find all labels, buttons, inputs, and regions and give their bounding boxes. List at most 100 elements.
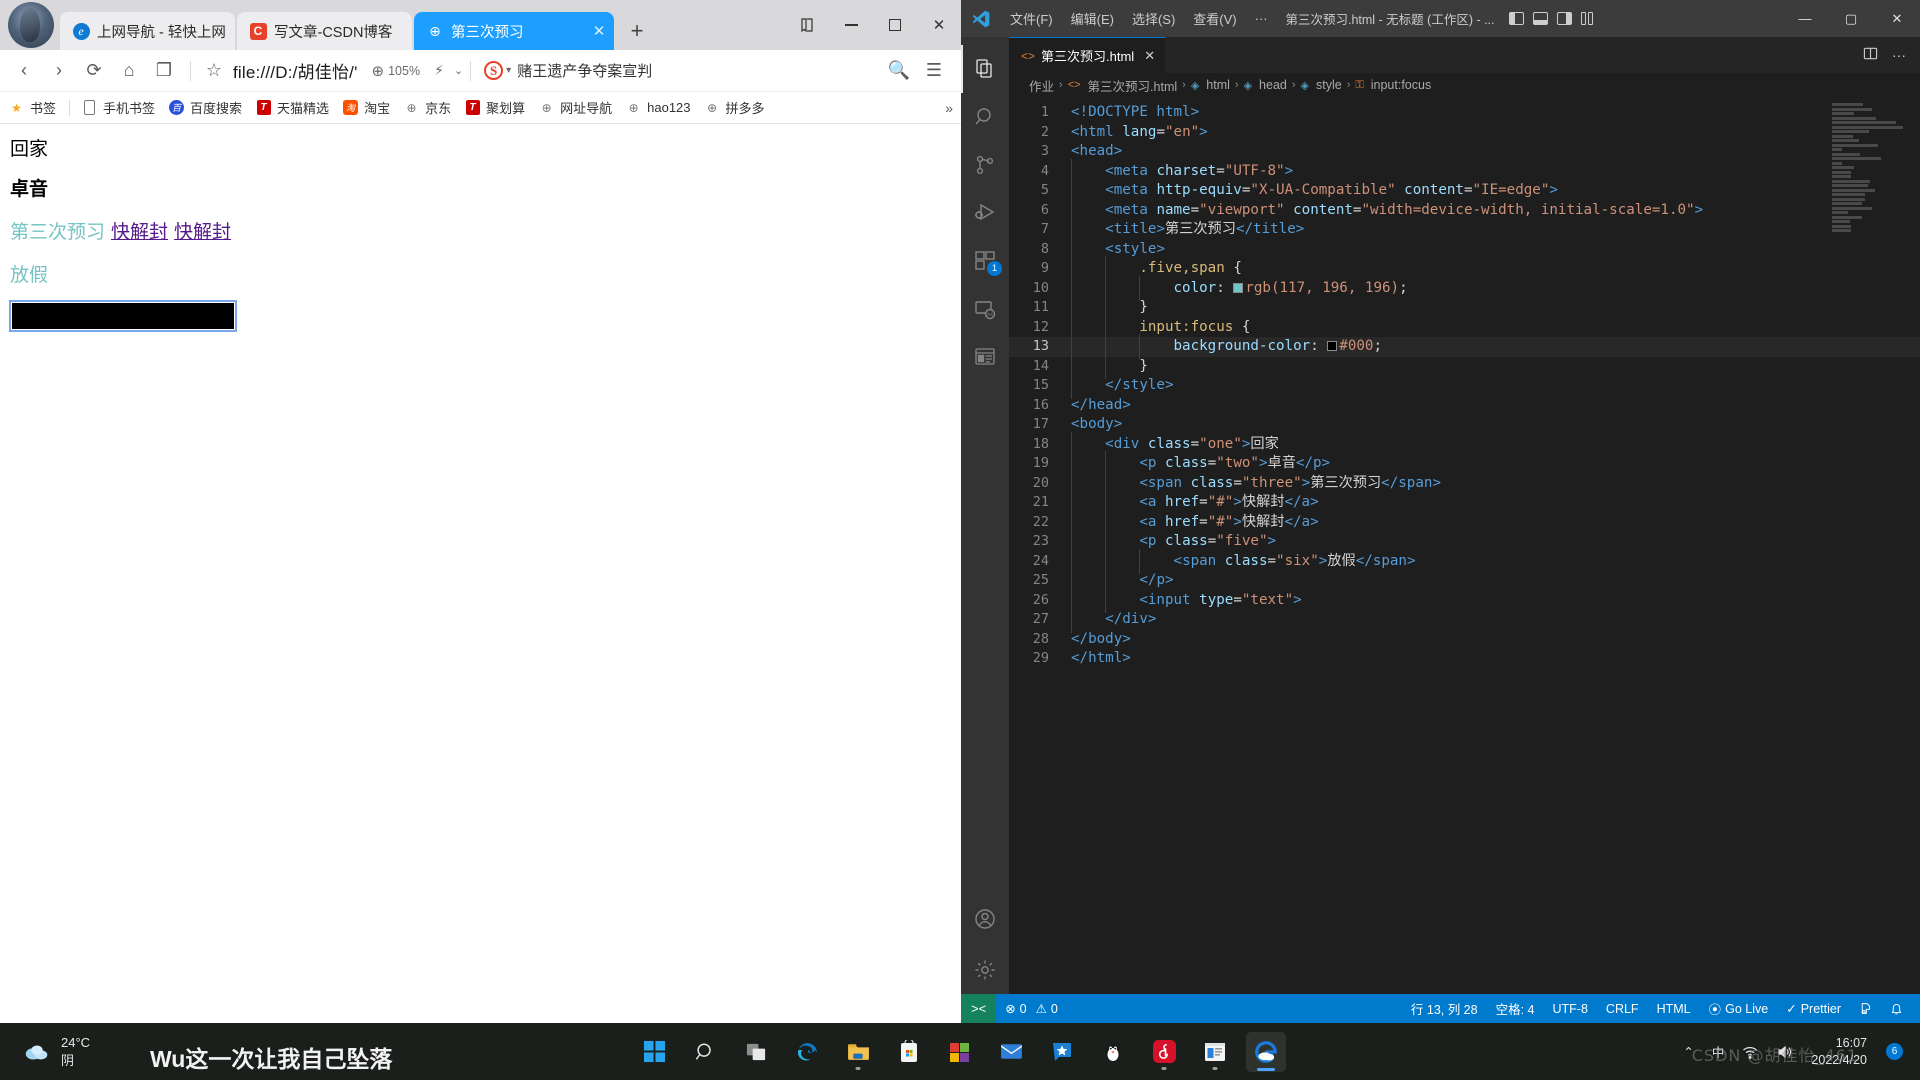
browser-tab-0[interactable]: e 上网导航 - 轻快上网 bbox=[60, 12, 235, 50]
microsoft-store-icon[interactable] bbox=[889, 1032, 929, 1072]
editor-more-actions-icon[interactable]: ··· bbox=[1892, 47, 1906, 63]
toggle-secondary-sidebar-icon[interactable] bbox=[1556, 12, 1572, 25]
problems-status[interactable]: ⊗ 0 ⚠ 0 bbox=[996, 1001, 1067, 1017]
notifications-icon[interactable]: 6 bbox=[1879, 1039, 1910, 1064]
page-link-b[interactable]: 快解封 bbox=[174, 222, 231, 243]
mail-icon[interactable] bbox=[991, 1032, 1031, 1072]
language-mode[interactable]: HTML bbox=[1648, 1002, 1700, 1016]
indentation-setting[interactable]: 空格: 4 bbox=[1487, 999, 1544, 1018]
activity-run-debug-icon[interactable] bbox=[961, 189, 1009, 237]
page-link-a[interactable]: 快解封 bbox=[111, 222, 168, 243]
color-swatch-icon[interactable] bbox=[1327, 341, 1338, 351]
back-icon[interactable]: ‹ bbox=[8, 55, 40, 87]
activity-remote-explorer-icon[interactable]: >< bbox=[961, 285, 1009, 333]
browser-menu-icon[interactable]: ☰ bbox=[918, 55, 950, 87]
close-button[interactable]: ✕ bbox=[917, 2, 961, 48]
search-icon[interactable]: 🔍 bbox=[883, 55, 915, 87]
qq-icon[interactable] bbox=[1093, 1032, 1133, 1072]
forward-icon[interactable]: › bbox=[43, 55, 75, 87]
menu-selection[interactable]: 选择(S) bbox=[1123, 6, 1184, 31]
bookmark-star-icon[interactable]: ☆ bbox=[198, 55, 230, 87]
home-icon[interactable]: ⌂ bbox=[113, 55, 145, 87]
breadcrumb-item-html[interactable]: html bbox=[1206, 78, 1230, 92]
collections-icon[interactable] bbox=[785, 2, 829, 48]
notifications-bell-icon[interactable] bbox=[1881, 1002, 1912, 1015]
bookmark-item[interactable]: 淘 淘宝 bbox=[342, 98, 390, 117]
netease-music-icon[interactable] bbox=[1144, 1032, 1184, 1072]
breadcrumb-item-style[interactable]: style bbox=[1316, 78, 1342, 92]
menu-edit[interactable]: 编辑(E) bbox=[1062, 6, 1123, 31]
chevron-down-icon[interactable]: ⌄ bbox=[454, 64, 463, 77]
close-icon[interactable]: ✕ bbox=[1144, 48, 1155, 64]
go-live-button[interactable]: ⦿ Go Live bbox=[1700, 999, 1778, 1018]
lightning-icon[interactable]: ⚡ bbox=[434, 62, 444, 79]
close-icon[interactable]: ✕ bbox=[590, 22, 608, 40]
eol-setting[interactable]: CRLF bbox=[1597, 1002, 1648, 1016]
activity-live-preview-icon[interactable] bbox=[961, 333, 1009, 381]
breadcrumb-item-file[interactable]: 第三次预习.html bbox=[1088, 76, 1178, 95]
bookmark-item[interactable]: ⊕ 京东 bbox=[403, 98, 452, 117]
remote-host-button[interactable]: >< bbox=[961, 994, 997, 1023]
toggle-panel-icon[interactable] bbox=[1532, 12, 1548, 25]
cursor-position[interactable]: 行 13, 列 28 bbox=[1402, 999, 1487, 1018]
menu-view[interactable]: 查看(V) bbox=[1184, 6, 1245, 31]
close-button[interactable]: ✕ bbox=[1874, 0, 1920, 37]
activity-settings-gear-icon[interactable] bbox=[961, 946, 1009, 994]
activity-extensions-icon[interactable]: 1 bbox=[961, 237, 1009, 285]
editor-tab-html-file[interactable]: <> 第三次预习.html ✕ bbox=[1009, 37, 1167, 73]
browser-tab-1[interactable]: C 写文章-CSDN博客 bbox=[237, 12, 412, 50]
encoding-setting[interactable]: UTF-8 bbox=[1544, 1002, 1597, 1016]
bookmark-item[interactable]: ★ 书签 bbox=[8, 98, 56, 117]
menu-file[interactable]: 文件(F) bbox=[1001, 6, 1062, 31]
color-swatch-icon[interactable] bbox=[1233, 282, 1244, 293]
activity-source-control-icon[interactable] bbox=[961, 141, 1009, 189]
maximize-button[interactable] bbox=[873, 2, 917, 48]
editor-minimap[interactable] bbox=[1832, 103, 1906, 232]
activity-search-icon[interactable] bbox=[961, 93, 1009, 141]
minimize-button[interactable]: — bbox=[1782, 0, 1828, 37]
chevron-down-icon[interactable]: ▾ bbox=[506, 65, 511, 76]
browser-profile-avatar[interactable] bbox=[8, 2, 54, 48]
bookmark-item[interactable]: T 天猫精选 bbox=[255, 98, 329, 117]
bookmarks-overflow-icon[interactable]: » bbox=[945, 100, 953, 116]
editor-scrollbar[interactable] bbox=[1908, 97, 1920, 994]
breadcrumb-item-rule[interactable]: input:focus bbox=[1371, 78, 1431, 92]
prettier-status[interactable]: ✓ Prettier bbox=[1777, 1001, 1850, 1017]
file-explorer-icon[interactable] bbox=[838, 1032, 878, 1072]
bookmark-item[interactable]: 百 百度搜索 bbox=[168, 98, 242, 117]
live-share-icon[interactable] bbox=[1850, 1002, 1881, 1015]
bookmark-item[interactable]: ⊕ hao123 bbox=[625, 99, 691, 116]
news-ticker[interactable]: S ▾ 赌王遗产争夺案宣判 bbox=[484, 60, 652, 81]
sogou-browser-icon[interactable] bbox=[1246, 1031, 1286, 1072]
reload-icon[interactable]: ⟳ bbox=[78, 55, 110, 87]
start-windows-icon[interactable] bbox=[634, 1032, 674, 1072]
toggle-primary-sidebar-icon[interactable] bbox=[1508, 12, 1524, 25]
windows-legacy-icon[interactable] bbox=[940, 1032, 980, 1072]
zoom-indicator[interactable]: ⊕ 105% bbox=[372, 62, 421, 80]
page-text-input[interactable] bbox=[9, 299, 237, 332]
breadcrumb-item-folder[interactable]: 作业 bbox=[1029, 76, 1054, 95]
bookmark-item[interactable]: T 聚划算 bbox=[464, 98, 525, 117]
xuexi-icon[interactable] bbox=[1042, 1032, 1082, 1072]
code-editor[interactable]: 1 <!DOCTYPE html> 2 <html lang="en"> 3 <head>… bbox=[1009, 97, 1920, 994]
vscode-taskbar-icon[interactable] bbox=[1195, 1032, 1235, 1072]
bookmark-item[interactable]: ⊕ 网址导航 bbox=[538, 98, 613, 117]
address-bar[interactable]: file:///D:/胡佳怡/' bbox=[233, 58, 358, 83]
maximize-button[interactable]: ▢ bbox=[1828, 0, 1874, 37]
edge-browser-icon[interactable] bbox=[787, 1032, 827, 1072]
breadcrumb-item-head[interactable]: head bbox=[1259, 78, 1287, 92]
search-icon[interactable] bbox=[685, 1032, 725, 1072]
menu-more[interactable]: ··· bbox=[1246, 8, 1277, 29]
activity-explorer-icon[interactable] bbox=[961, 45, 1009, 93]
activity-account-icon[interactable] bbox=[961, 898, 1009, 946]
customize-layout-icon[interactable] bbox=[1580, 12, 1596, 25]
new-tab-button[interactable]: + bbox=[622, 16, 652, 46]
weather-widget[interactable]: 24°C 阴 bbox=[22, 1034, 90, 1069]
split-editor-icon[interactable] bbox=[1863, 46, 1878, 64]
minimize-button[interactable] bbox=[829, 2, 873, 48]
task-view-icon[interactable] bbox=[736, 1032, 776, 1072]
browser-tab-2[interactable]: ⊕ 第三次预习 ✕ bbox=[414, 12, 614, 50]
bookmark-item[interactable]: 手机书签 bbox=[81, 98, 155, 117]
reader-mode-icon[interactable]: ❐ bbox=[148, 55, 180, 87]
bookmark-item[interactable]: ⊕ 拼多多 bbox=[704, 98, 765, 117]
